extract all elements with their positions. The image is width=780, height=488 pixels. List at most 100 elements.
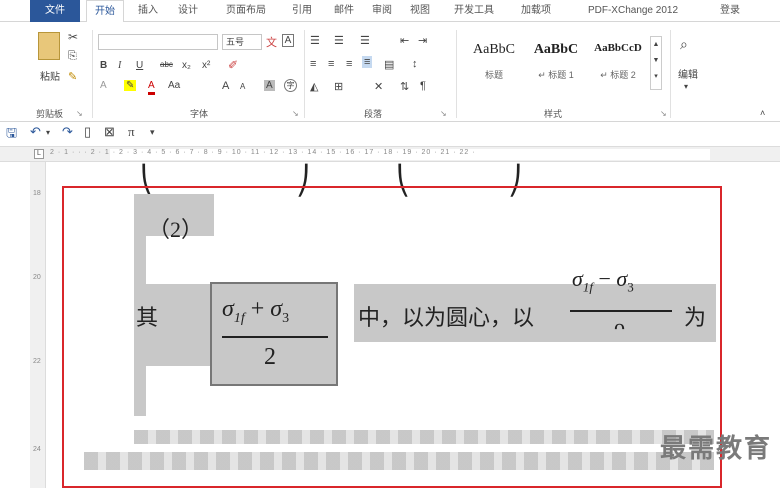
phonetic-icon[interactable]: 文 (266, 34, 277, 50)
undo-dropdown-icon[interactable]: ▾ (46, 128, 50, 137)
tab-view[interactable]: 视图 (402, 0, 438, 22)
blurred-text-line (134, 430, 714, 444)
increase-indent-icon[interactable]: ⇥ (418, 34, 427, 47)
style-title[interactable]: AaBbC 标题 (464, 32, 524, 88)
enclose-char-icon[interactable]: 字 (284, 79, 297, 92)
align-right-icon[interactable]: ≡ (346, 58, 352, 70)
subscript: 1f (582, 279, 593, 295)
decrease-indent-icon[interactable]: ⇤ (400, 34, 409, 47)
highlight-icon[interactable]: ✎ (124, 80, 137, 91)
paragraph-launcher-icon[interactable]: ↘ (440, 109, 447, 118)
chevron-down-icon[interactable]: ▾ (684, 82, 688, 91)
bullets-icon[interactable]: ☰ (310, 34, 320, 47)
blurred-text-line (84, 452, 714, 470)
shrink-font-button[interactable]: A (240, 82, 245, 91)
new-document-icon[interactable]: ▯ (84, 124, 91, 140)
horizontal-ruler[interactable]: L 2 · 1 · · · 2 · 1 · 2 · 3 · 4 · 5 · 6 … (0, 146, 780, 162)
clipboard-launcher-icon[interactable]: ↘ (76, 109, 83, 118)
separator (92, 30, 93, 118)
sort-icon[interactable]: ⇅ (400, 80, 409, 93)
ruler-numbers: 2 · 1 · · · 2 · 1 · 2 · 3 · 4 · 5 · 6 · … (50, 149, 476, 156)
char-border-icon[interactable]: A (282, 34, 294, 47)
ribbon: 粘贴 ✂ ⎘ ✎ 剪贴板 ↘ 五号 文 A B I U abc x₂ x² ✐ … (0, 22, 780, 122)
clipboard-group-label: 剪贴板 (36, 109, 64, 119)
watermark-logo: 最需教育 (659, 434, 772, 464)
font-color-icon[interactable]: A (148, 80, 155, 95)
change-case-button[interactable]: Aa (168, 80, 180, 91)
tab-pdf-xchange[interactable]: PDF-XChange 2012 (568, 0, 698, 22)
justify-icon[interactable]: ≡ (362, 56, 373, 68)
superscript-button[interactable]: x² (202, 60, 210, 71)
style-heading-1[interactable]: AaBbC ↵ 标题 1 (526, 32, 586, 88)
equation-inline[interactable]: σ1f − σ3 ᴖ (566, 272, 678, 342)
underline-button[interactable]: U (136, 60, 143, 71)
align-center-icon[interactable]: ≡ (328, 58, 334, 70)
char-shading-icon[interactable]: A (264, 80, 275, 91)
equation-box[interactable]: σ1f + σ3 2 (210, 282, 338, 386)
text-effects-icon[interactable]: A (100, 80, 107, 91)
fraction-denominator: 2 (264, 344, 276, 370)
bold-button[interactable]: B (100, 60, 107, 71)
distribute-icon[interactable]: ▤ (384, 58, 394, 71)
style-sample: AaBbC (533, 42, 579, 57)
undo-icon[interactable]: ↶ (30, 124, 41, 140)
tab-design[interactable]: 设计 (170, 0, 206, 22)
editing-button[interactable]: 编辑 (678, 66, 698, 81)
tab-mailings[interactable]: 邮件 (326, 0, 362, 22)
align-left-icon[interactable]: ≡ (310, 58, 316, 70)
tab-selector-icon[interactable]: L (34, 149, 44, 159)
tab-page-layout[interactable]: 页面布局 (214, 0, 278, 22)
separator (304, 30, 305, 118)
shading-icon[interactable]: ◭ (310, 80, 318, 93)
vruler-number: 22 (33, 358, 41, 365)
multilevel-list-icon[interactable]: ☰ (360, 34, 370, 47)
clear-format-icon[interactable]: ✐ (228, 58, 238, 72)
italic-button[interactable]: I (118, 60, 121, 71)
tab-insert[interactable]: 插入 (130, 0, 166, 22)
tab-home[interactable]: 开始 (86, 0, 124, 23)
fraction-bar (222, 336, 328, 338)
equation-icon[interactable]: π (128, 124, 135, 140)
sentence-middle: 中，以为圆心，以 (358, 306, 535, 331)
vertical-ruler[interactable]: 18 20 22 24 (30, 162, 46, 488)
subscript: 1f (233, 310, 245, 326)
tab-addins[interactable]: 加载项 (508, 0, 564, 22)
grow-font-button[interactable]: A (222, 80, 229, 92)
numbering-icon[interactable]: ☰ (334, 34, 344, 47)
cut-icon[interactable]: ✂ (68, 30, 78, 44)
paste-icon[interactable] (38, 32, 60, 60)
item-label: （2） (148, 217, 204, 242)
style-name: ↵ 标题 2 (600, 70, 636, 80)
borders-icon[interactable]: ⊞ (334, 80, 343, 93)
font-size-combo[interactable]: 五号 (222, 34, 262, 50)
customize-qat-icon[interactable]: ▾ (150, 127, 155, 138)
signin-link[interactable]: 登录 (708, 0, 752, 22)
show-marks-icon[interactable]: ¶ (420, 80, 426, 92)
tab-developer[interactable]: 开发工具 (444, 0, 504, 22)
line-spacing-icon[interactable]: ↕ (412, 58, 418, 70)
styles-launcher-icon[interactable]: ↘ (660, 109, 667, 118)
font-launcher-icon[interactable]: ↘ (292, 109, 299, 118)
strikethrough-button[interactable]: abc (160, 60, 173, 69)
styles-scroll-icon[interactable]: ▲ ▼ ▾ (650, 36, 662, 90)
sigma-symbol: σ (270, 296, 283, 322)
format-painter-icon[interactable]: ✎ (68, 70, 77, 83)
find-icon[interactable]: ⌕ (680, 36, 688, 53)
fraction-denominator-clipped: ᴖ (614, 314, 625, 339)
sigma-symbol: σ (222, 296, 234, 322)
paste-label[interactable]: 粘贴 (40, 68, 60, 83)
copy-icon[interactable]: ⎘ (68, 50, 77, 63)
style-heading-2[interactable]: AaBbCcD ↵ 标题 2 (588, 32, 648, 88)
chinese-layout-icon[interactable]: ✕ (374, 80, 383, 93)
collapse-ribbon-icon[interactable]: ˄ (760, 108, 765, 118)
sigma-symbol: σ (616, 272, 628, 291)
tab-references[interactable]: 引用 (284, 0, 320, 22)
vruler-number: 24 (33, 446, 41, 453)
print-preview-icon[interactable]: ⊠ (104, 124, 115, 140)
font-name-combo[interactable] (98, 34, 218, 50)
tab-review[interactable]: 审阅 (364, 0, 400, 22)
tab-file[interactable]: 文件 (30, 0, 80, 22)
redo-icon[interactable]: ↷ (62, 124, 73, 140)
subscript-button[interactable]: x₂ (182, 60, 191, 71)
save-icon[interactable]: 🖫 (6, 124, 17, 146)
